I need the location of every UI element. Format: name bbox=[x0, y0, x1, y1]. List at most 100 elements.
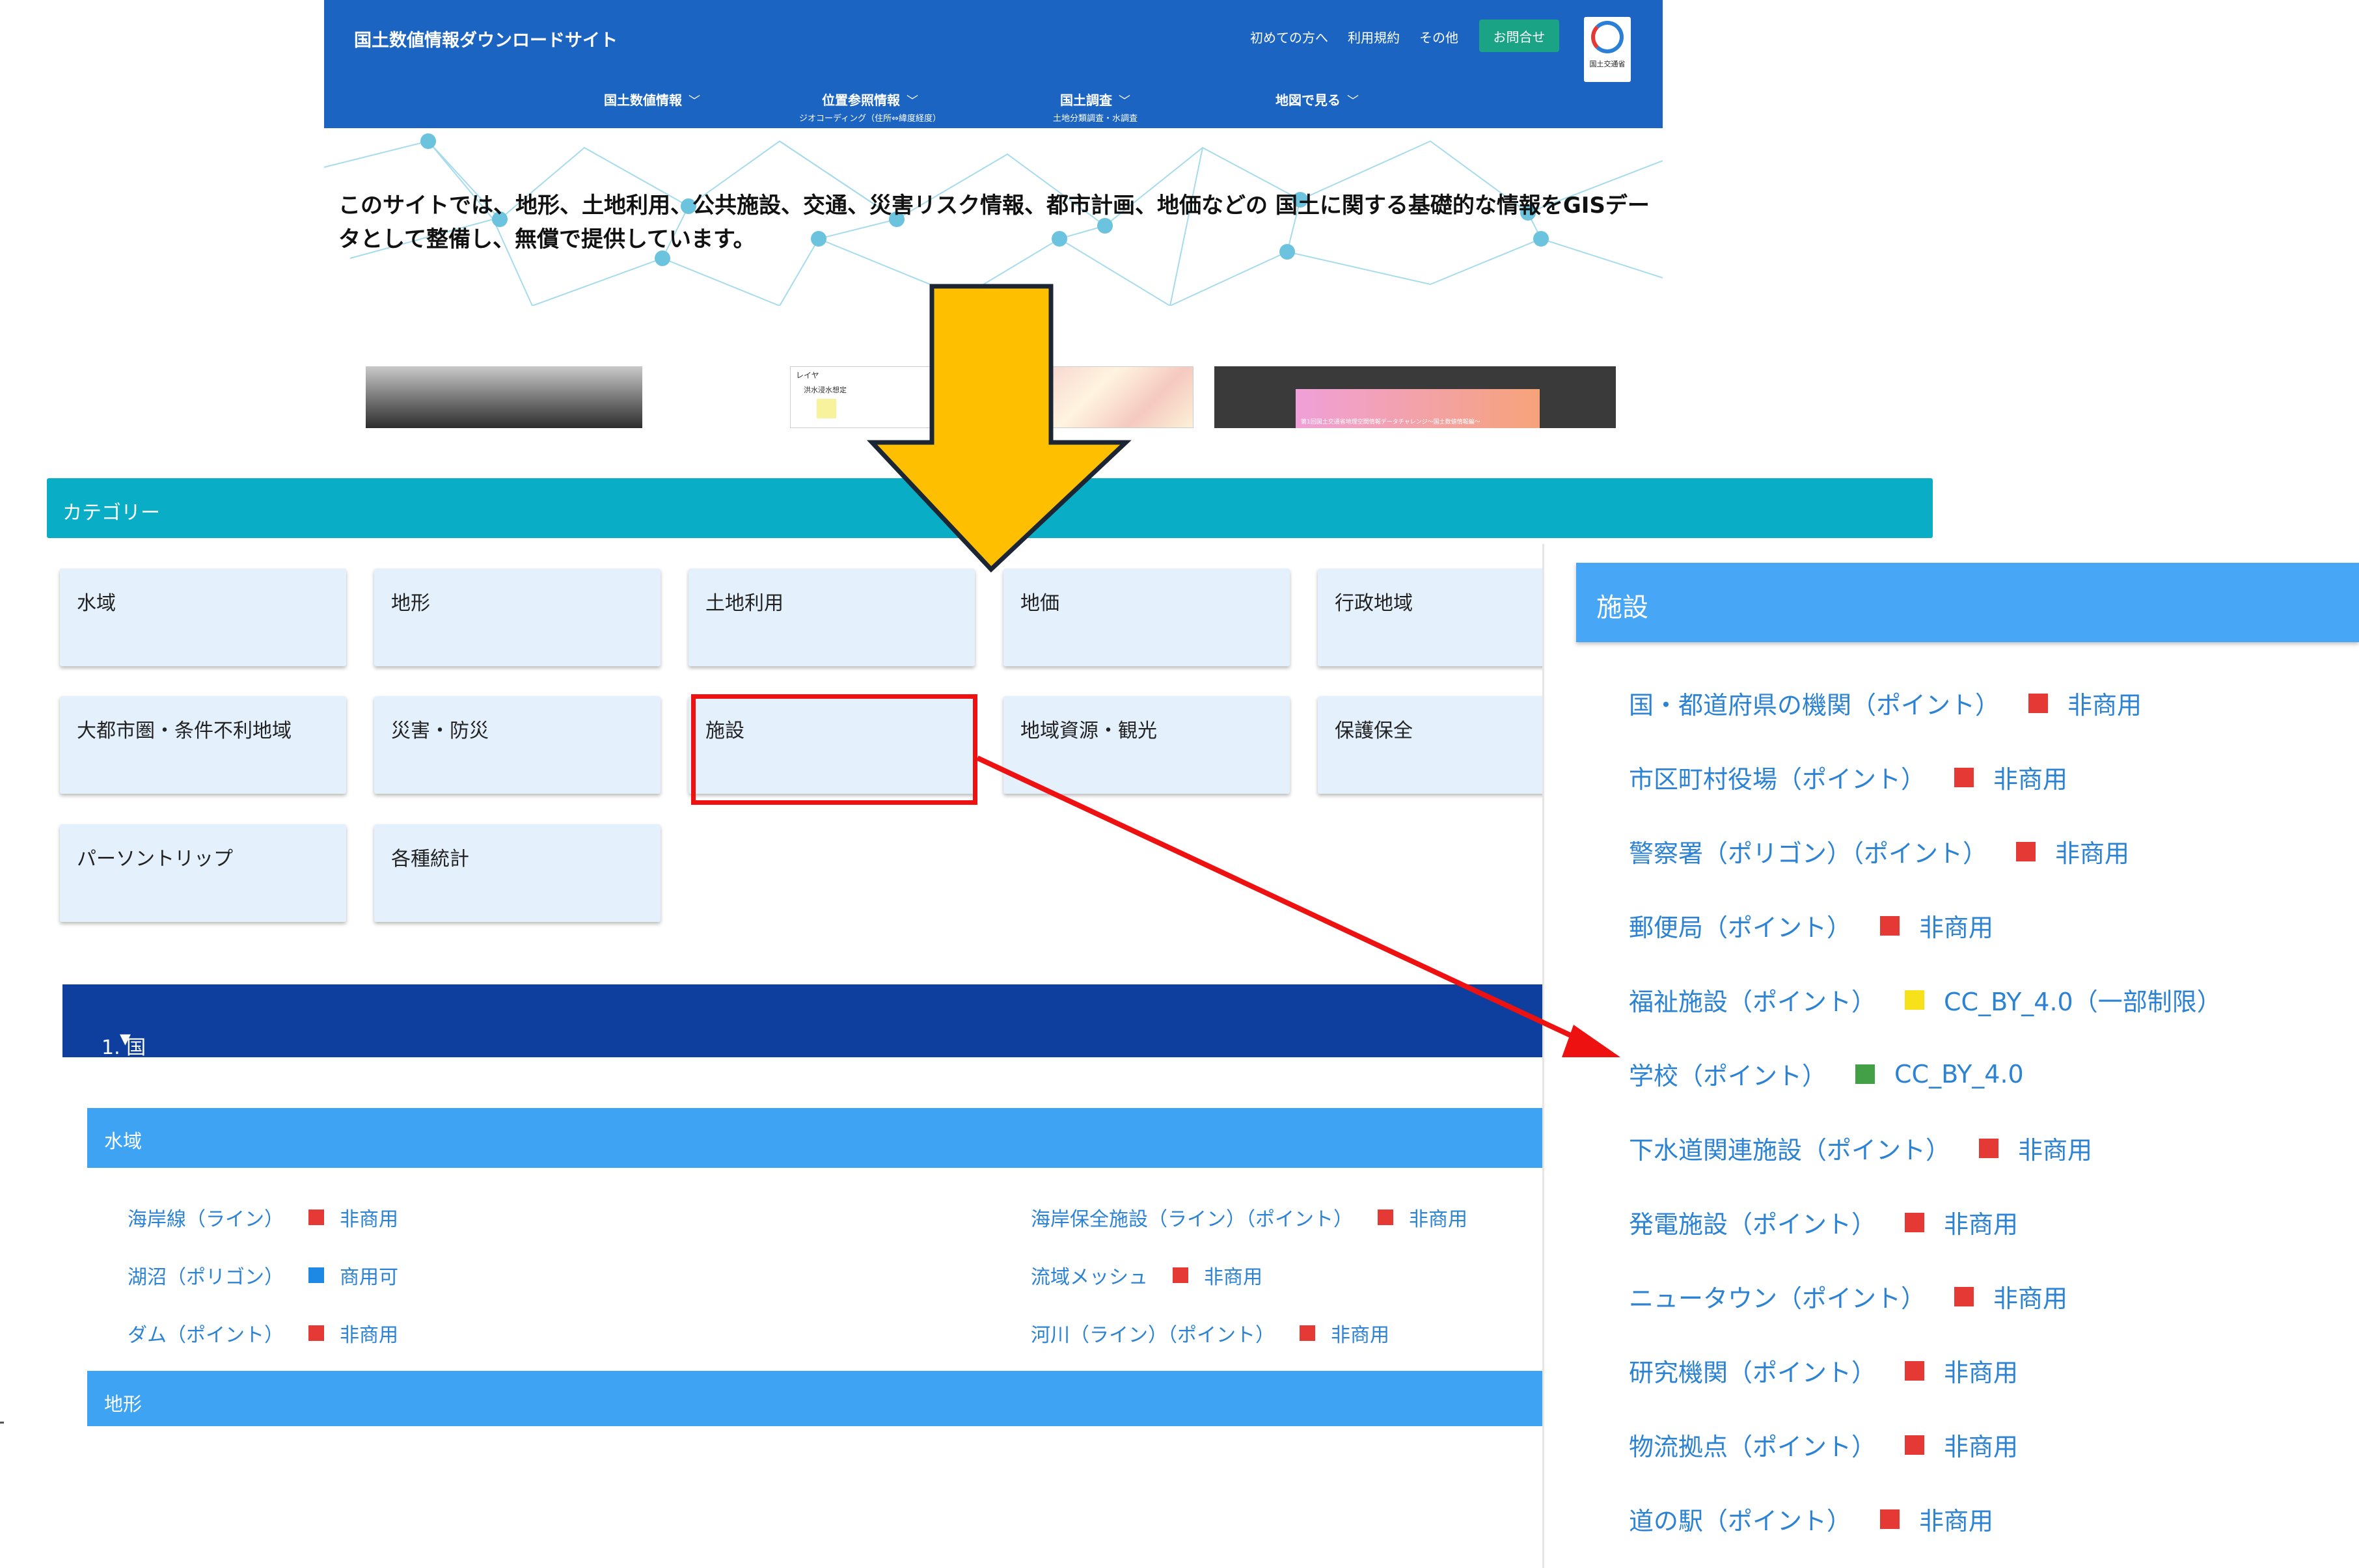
dataset-link[interactable]: ダム（ポイント） 非商用 bbox=[128, 1319, 398, 1347]
facility-name: 国・都道府県の機関（ポイント） bbox=[1629, 691, 2000, 720]
nav-item-ichi-sansho[interactable]: 位置参照情報 ﹀ ジオコーディング（住所⇔緯度経度） bbox=[799, 90, 941, 124]
category-card-chika[interactable]: 地価 bbox=[1003, 569, 1290, 666]
event-banner-text: 第1回国土交通省地理空間情報データチャレンジ～国土数値情報編～ bbox=[1301, 419, 1480, 426]
caret-down-icon: ▼ bbox=[120, 1031, 131, 1048]
dataset-link[interactable]: 海岸保全施設（ライン）（ポイント） 非商用 bbox=[1031, 1203, 1467, 1232]
facility-panel-title: 施設 bbox=[1596, 593, 1648, 623]
contact-button[interactable]: お問合せ bbox=[1479, 20, 1559, 52]
facility-item[interactable]: 国・都道府県の機関（ポイント） 非商用 bbox=[1629, 685, 2142, 721]
facility-item[interactable]: 物流拠点（ポイント） 非商用 bbox=[1629, 1427, 2018, 1463]
facility-item[interactable]: 警察署（ポリゴン）（ポイント） 非商用 bbox=[1629, 833, 2129, 869]
card-label: 災害・防災 bbox=[391, 720, 489, 742]
card-label: 地域資源・観光 bbox=[1020, 720, 1157, 742]
dataset-link[interactable]: 流域メッシュ 非商用 bbox=[1031, 1261, 1262, 1290]
ministry-logo-text: 国土交通省 bbox=[1589, 60, 1626, 68]
facility-name: 物流拠点（ポイント） bbox=[1629, 1433, 1877, 1461]
dataset-link[interactable]: 湖沼（ポリゴン） 商用可 bbox=[128, 1261, 398, 1290]
facility-license: 非商用 bbox=[1944, 1210, 2019, 1239]
subsection-header-suiiki: 水域 bbox=[87, 1108, 1542, 1168]
dataset-name: 海岸保全施設（ライン）（ポイント） bbox=[1031, 1208, 1353, 1231]
license-swatch bbox=[2028, 693, 2049, 713]
category-card-saigai[interactable]: 災害・防災 bbox=[374, 696, 661, 794]
facility-item[interactable]: 道の駅（ポイント） 非商用 bbox=[1629, 1501, 1993, 1537]
facility-item-school[interactable]: 学校（ポイント） CC_BY_4.0 bbox=[1629, 1056, 2024, 1092]
category-card-suiiki[interactable]: 水域 bbox=[60, 569, 346, 666]
top-link-other[interactable]: その他 bbox=[1419, 27, 1458, 46]
subsection-title: 水域 bbox=[104, 1130, 143, 1152]
card-label: 各種統計 bbox=[391, 848, 469, 871]
facility-item[interactable]: 研究機関（ポイント） 非商用 bbox=[1629, 1353, 2018, 1388]
facility-name: 発電施設（ポイント） bbox=[1629, 1210, 1877, 1239]
card-label: 地形 bbox=[391, 592, 430, 615]
dataset-name: 海岸線（ライン） bbox=[128, 1208, 284, 1231]
panel-divider bbox=[1542, 544, 1544, 1568]
dataset-name: 湖沼（ポリゴン） bbox=[128, 1266, 284, 1289]
facility-name: 郵便局（ポイント） bbox=[1629, 913, 1852, 942]
nav-item-kokudo-suchi[interactable]: 国土数値情報 ﹀ bbox=[604, 90, 700, 109]
license-swatch bbox=[1905, 1435, 1925, 1455]
license-swatch bbox=[1905, 1360, 1925, 1381]
top-link-terms[interactable]: 利用規約 bbox=[1348, 27, 1400, 46]
facility-item[interactable]: 下水道関連施設（ポイント） 非商用 bbox=[1629, 1130, 2092, 1166]
thumb-legend-swatch bbox=[817, 399, 836, 418]
thumbnail-map[interactable]: レイヤ 洪水浸水想定 bbox=[790, 366, 1193, 428]
facility-license: 非商用 bbox=[1944, 1358, 2019, 1387]
ministry-logo[interactable]: 国土交通省 bbox=[1584, 17, 1631, 82]
site-title[interactable]: 国土数値情報ダウンロードサイト bbox=[354, 26, 618, 51]
facility-license: 非商用 bbox=[1993, 1284, 2068, 1313]
license-swatch bbox=[2016, 841, 2036, 861]
license-swatch bbox=[1954, 1286, 1974, 1306]
thumb-layer-panel: レイヤ 洪水浸水想定 bbox=[791, 367, 934, 427]
category-card-daitoshiken[interactable]: 大都市圏・条件不利地域 bbox=[60, 696, 346, 794]
card-label: 土地利用 bbox=[705, 592, 784, 615]
section-header-kokudo[interactable]: 1. 国土（水・土地）▼ bbox=[62, 984, 1542, 1145]
thumb-map-canvas bbox=[1051, 367, 1193, 427]
category-card-hogo[interactable]: 保護保全 bbox=[1318, 696, 1542, 794]
chevron-down-icon: ﹀ bbox=[689, 94, 700, 108]
facility-panel-header: 施設 bbox=[1576, 563, 2359, 642]
nav-item-map[interactable]: 地図で見る ﹀ bbox=[1275, 90, 1359, 109]
thumbnail-photo[interactable] bbox=[366, 366, 642, 428]
facility-name: 学校（ポイント） bbox=[1629, 1062, 1827, 1090]
facility-name: ニュータウン（ポイント） bbox=[1629, 1284, 1926, 1313]
category-card-chiiki-shigen[interactable]: 地域資源・観光 bbox=[1003, 696, 1290, 794]
thumb-layer-label: レイヤ bbox=[796, 371, 819, 380]
hero-text: このサイトでは、地形、土地利用、公共施設、交通、災害リスク情報、都市計画、地価な… bbox=[338, 193, 1650, 252]
facility-item[interactable]: ニュータウン（ポイント） 非商用 bbox=[1629, 1278, 2067, 1314]
facility-license: 非商用 bbox=[1919, 1507, 1994, 1535]
nav-sublabel: 土地分類調査・水調査 bbox=[1053, 114, 1138, 124]
thumb-layer-item: 洪水浸水想定 bbox=[804, 386, 847, 394]
dataset-license: 商用可 bbox=[340, 1266, 398, 1289]
nav-label: 位置参照情報 bbox=[821, 92, 900, 108]
facility-item[interactable]: 福祉施設（ポイント） CC_BY_4.0（一部制限） bbox=[1629, 982, 2222, 1018]
license-swatch bbox=[1173, 1267, 1188, 1283]
category-card-toukei[interactable]: 各種統計 bbox=[374, 824, 661, 922]
license-swatch bbox=[1880, 1509, 1900, 1529]
nav-item-kokudo-chosa[interactable]: 国土調査 ﹀ 土地分類調査・水調査 bbox=[1053, 90, 1138, 124]
facility-item[interactable]: 郵便局（ポイント） 非商用 bbox=[1629, 908, 1993, 943]
license-swatch bbox=[1300, 1325, 1315, 1341]
category-card-chikei[interactable]: 地形 bbox=[374, 569, 661, 666]
top-link-beginners[interactable]: 初めての方へ bbox=[1250, 27, 1328, 46]
category-card-gyousei[interactable]: 行政地域 bbox=[1318, 569, 1542, 666]
facility-name: 警察署（ポリゴン）（ポイント） bbox=[1629, 839, 1988, 868]
license-swatch bbox=[1905, 990, 1925, 1010]
nav-label: 国土数値情報 bbox=[604, 92, 682, 108]
license-swatch bbox=[1979, 1138, 1999, 1158]
facility-name: 市区町村役場（ポイント） bbox=[1629, 765, 1926, 794]
facility-item[interactable]: 発電施設（ポイント） 非商用 bbox=[1629, 1204, 2018, 1240]
category-card-tochi-riyou[interactable]: 土地利用 bbox=[689, 569, 975, 666]
chevron-down-icon: ﹀ bbox=[1119, 94, 1130, 108]
subsection-title: 地形 bbox=[104, 1393, 143, 1415]
category-card-person-trip[interactable]: パーソントリップ bbox=[60, 824, 346, 922]
category-area: 水域 地形 土地利用 地価 行政地域 大都市圏・条件不利地域 災害・防災 施設 … bbox=[0, 538, 1542, 1429]
thumbnail-event[interactable]: 第1回国土交通省地理空間情報データチャレンジ～国土数値情報編～ bbox=[1214, 366, 1616, 428]
facility-license: 非商用 bbox=[1919, 913, 1994, 942]
facility-license: 非商用 bbox=[1993, 765, 2068, 794]
dataset-license: 非商用 bbox=[340, 1324, 398, 1347]
license-swatch bbox=[308, 1267, 324, 1283]
facility-item[interactable]: 市区町村役場（ポイント） 非商用 bbox=[1629, 759, 2067, 795]
dataset-name: 流域メッシュ bbox=[1031, 1266, 1148, 1289]
dataset-link[interactable]: 河川（ライン）（ポイント） 非商用 bbox=[1031, 1319, 1389, 1347]
dataset-link[interactable]: 海岸線（ライン） 非商用 bbox=[128, 1203, 398, 1232]
